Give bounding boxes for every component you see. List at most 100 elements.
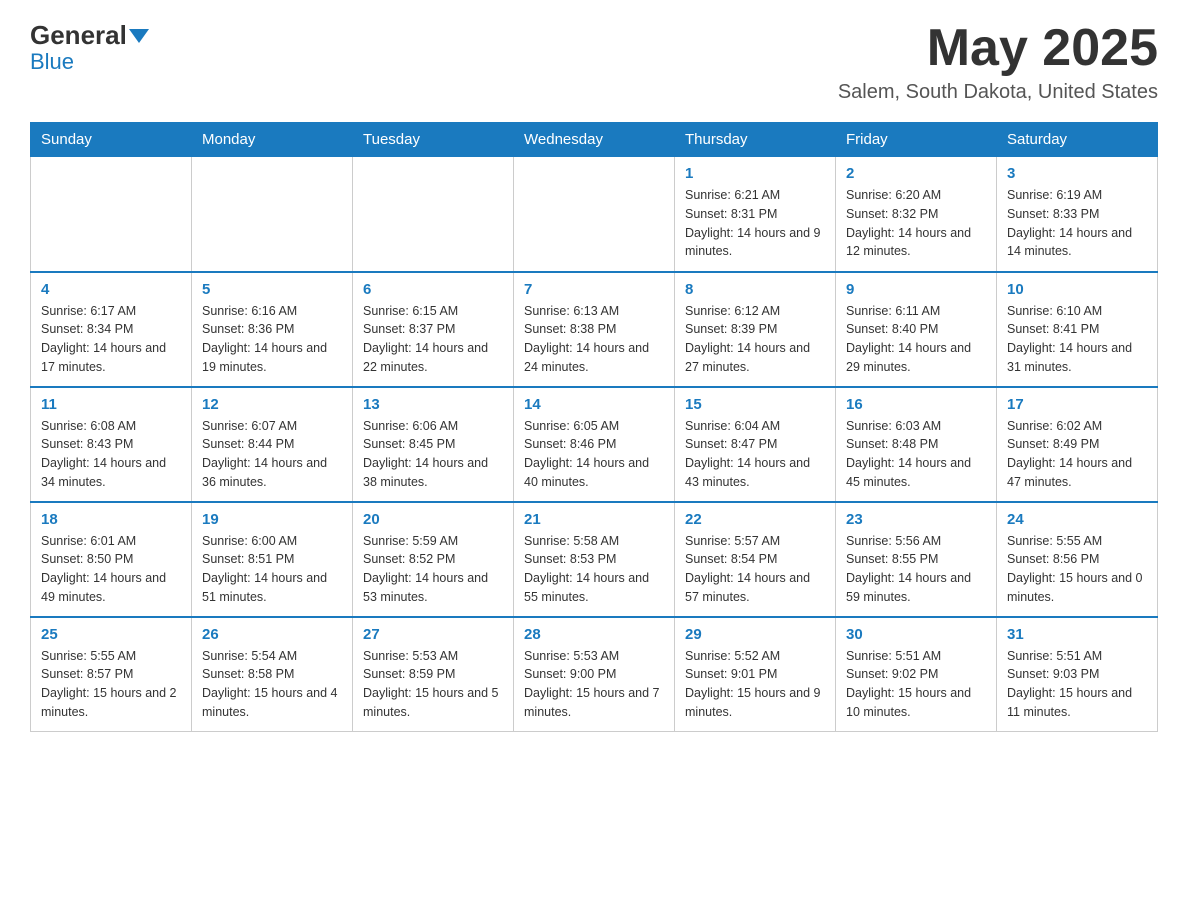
- day-number: 5: [202, 281, 342, 298]
- day-info: Sunrise: 5:59 AMSunset: 8:52 PMDaylight:…: [363, 532, 503, 607]
- day-info: Sunrise: 5:51 AMSunset: 9:02 PMDaylight:…: [846, 647, 986, 722]
- day-cell-17: 13Sunrise: 6:06 AMSunset: 8:45 PMDayligh…: [353, 387, 514, 502]
- day-cell-11: 7 Sunrise: 6:13 AMSunset: 8:38 PMDaylight…: [514, 272, 675, 387]
- day-number: 26: [202, 626, 342, 643]
- day-info: Sunrise: 6:13 AMSunset: 8:38 PMDaylight:…: [524, 302, 664, 377]
- day-number: 22: [685, 511, 825, 528]
- day-info: Sunrise: 5:58 AMSunset: 8:53 PMDaylight:…: [524, 532, 664, 607]
- month-title: May 2025: [838, 20, 1158, 77]
- page-header: General Blue May 2025 Salem, South Dakot…: [30, 20, 1158, 104]
- logo: General Blue: [30, 20, 151, 75]
- day-info: Sunrise: 6:03 AMSunset: 8:48 PMDaylight:…: [846, 417, 986, 492]
- day-number: 19: [202, 511, 342, 528]
- day-number: 13: [363, 396, 503, 413]
- day-number: 12: [202, 396, 342, 413]
- logo-general-text: General: [30, 20, 127, 51]
- day-number: 4: [41, 281, 181, 298]
- day-cell-3: [353, 157, 514, 272]
- week-row-3: 11 Sunrise: 6:08 AMSunset: 8:43 PMDayligh…: [31, 387, 1158, 502]
- day-cell-24: 20 Sunrise: 5:59 AMSunset: 8:52 PMDayligh…: [353, 502, 514, 617]
- day-number: 3: [1007, 165, 1147, 182]
- header-monday: Monday: [192, 123, 353, 157]
- day-info: Sunrise: 6:01 AMSunset: 8:50 PMDaylight:…: [41, 532, 181, 607]
- title-block: May 2025 Salem, South Dakota, United Sta…: [838, 20, 1158, 104]
- day-info: Sunrise: 6:12 AMSunset: 8:39 PMDaylight:…: [685, 302, 825, 377]
- day-info: Sunrise: 5:56 AMSunset: 8:55 PMDaylight:…: [846, 532, 986, 607]
- header-sunday: Sunday: [31, 123, 192, 157]
- day-info: Sunrise: 6:05 AMSunset: 8:46 PMDaylight:…: [524, 417, 664, 492]
- weekday-header-row: Sunday Monday Tuesday Wednesday Thursday…: [31, 123, 1158, 157]
- day-number: 16: [846, 396, 986, 413]
- day-number: 1: [685, 165, 825, 182]
- day-cell-10: 6 Sunrise: 6:15 AMSunset: 8:37 PMDaylight…: [353, 272, 514, 387]
- day-number: 25: [41, 626, 181, 643]
- day-info: Sunrise: 5:51 AMSunset: 9:03 PMDaylight:…: [1007, 647, 1147, 722]
- day-number: 18: [41, 511, 181, 528]
- day-number: 31: [1007, 626, 1147, 643]
- day-cell-18: 14 Sunrise: 6:05 AMSunset: 8:46 PMDayligh…: [514, 387, 675, 502]
- day-cell-20: 16 Sunrise: 6:03 AMSunset: 8:48 PMDayligh…: [836, 387, 997, 502]
- day-info: Sunrise: 5:53 AMSunset: 8:59 PMDaylight:…: [363, 647, 503, 722]
- day-info: Sunrise: 5:55 AMSunset: 8:57 PMDaylight:…: [41, 647, 181, 722]
- day-number: 15: [685, 396, 825, 413]
- day-info: Sunrise: 6:15 AMSunset: 8:37 PMDaylight:…: [363, 302, 503, 377]
- day-number: 10: [1007, 281, 1147, 298]
- day-cell-34: 30 Sunrise: 5:51 AMSunset: 9:02 PMDayligh…: [836, 617, 997, 732]
- day-number: 27: [363, 626, 503, 643]
- day-info: Sunrise: 5:57 AMSunset: 8:54 PMDaylight:…: [685, 532, 825, 607]
- day-number: 17: [1007, 396, 1147, 413]
- day-info: Sunrise: 6:07 AMSunset: 8:44 PMDaylight:…: [202, 417, 342, 492]
- day-number: 7: [524, 281, 664, 298]
- day-cell-30: 26 Sunrise: 5:54 AMSunset: 8:58 PMDayligh…: [192, 617, 353, 732]
- day-cell-6: 2Sunrise: 6:20 AMSunset: 8:32 PMDaylight…: [836, 157, 997, 272]
- day-info: Sunrise: 6:08 AMSunset: 8:43 PMDaylight:…: [41, 417, 181, 492]
- day-info: Sunrise: 6:11 AMSunset: 8:40 PMDaylight:…: [846, 302, 986, 377]
- day-cell-14: 10 Sunrise: 6:10 AMSunset: 8:41 PMDayligh…: [997, 272, 1158, 387]
- header-friday: Friday: [836, 123, 997, 157]
- day-number: 14: [524, 396, 664, 413]
- day-info: Sunrise: 6:21 AMSunset: 8:31 PMDaylight:…: [685, 186, 825, 261]
- day-info: Sunrise: 6:16 AMSunset: 8:36 PMDaylight:…: [202, 302, 342, 377]
- calendar-table: Sunday Monday Tuesday Wednesday Thursday…: [30, 122, 1158, 732]
- day-cell-16: 12 Sunrise: 6:07 AMSunset: 8:44 PMDayligh…: [192, 387, 353, 502]
- day-info: Sunrise: 6:10 AMSunset: 8:41 PMDaylight:…: [1007, 302, 1147, 377]
- day-cell-27: 23Sunrise: 5:56 AMSunset: 8:55 PMDayligh…: [836, 502, 997, 617]
- day-cell-33: 29Sunrise: 5:52 AMSunset: 9:01 PMDayligh…: [675, 617, 836, 732]
- day-cell-12: 8 Sunrise: 6:12 AMSunset: 8:39 PMDaylight…: [675, 272, 836, 387]
- day-cell-31: 27 Sunrise: 5:53 AMSunset: 8:59 PMDayligh…: [353, 617, 514, 732]
- day-cell-9: 5 Sunrise: 6:16 AMSunset: 8:36 PMDaylight…: [192, 272, 353, 387]
- day-number: 24: [1007, 511, 1147, 528]
- day-info: Sunrise: 6:00 AMSunset: 8:51 PMDaylight:…: [202, 532, 342, 607]
- day-number: 28: [524, 626, 664, 643]
- day-info: Sunrise: 6:19 AMSunset: 8:33 PMDaylight:…: [1007, 186, 1147, 261]
- logo-arrow-icon: [129, 29, 149, 43]
- day-number: 20: [363, 511, 503, 528]
- week-row-2: 4Sunrise: 6:17 AMSunset: 8:34 PMDaylight…: [31, 272, 1158, 387]
- day-number: 29: [685, 626, 825, 643]
- day-number: 8: [685, 281, 825, 298]
- header-saturday: Saturday: [997, 123, 1158, 157]
- day-number: 6: [363, 281, 503, 298]
- week-row-5: 25 Sunrise: 5:55 AMSunset: 8:57 PMDayligh…: [31, 617, 1158, 732]
- day-cell-29: 25 Sunrise: 5:55 AMSunset: 8:57 PMDayligh…: [31, 617, 192, 732]
- location: Salem, South Dakota, United States: [838, 81, 1158, 104]
- day-cell-5: 1 Sunrise: 6:21 AMSunset: 8:31 PMDaylight…: [675, 157, 836, 272]
- header-wednesday: Wednesday: [514, 123, 675, 157]
- day-info: Sunrise: 5:54 AMSunset: 8:58 PMDaylight:…: [202, 647, 342, 722]
- week-row-4: 18 Sunrise: 6:01 AMSunset: 8:50 PMDayligh…: [31, 502, 1158, 617]
- day-number: 11: [41, 396, 181, 413]
- day-cell-8: 4Sunrise: 6:17 AMSunset: 8:34 PMDaylight…: [31, 272, 192, 387]
- week-row-1: 1 Sunrise: 6:21 AMSunset: 8:31 PMDaylight…: [31, 157, 1158, 272]
- header-tuesday: Tuesday: [353, 123, 514, 157]
- day-number: 2: [846, 165, 986, 182]
- logo-blue-text: Blue: [30, 49, 74, 75]
- day-cell-32: 28 Sunrise: 5:53 AMSunset: 9:00 PMDayligh…: [514, 617, 675, 732]
- day-cell-25: 21Sunrise: 5:58 AMSunset: 8:53 PMDayligh…: [514, 502, 675, 617]
- day-number: 30: [846, 626, 986, 643]
- day-cell-26: 22 Sunrise: 5:57 AMSunset: 8:54 PMDayligh…: [675, 502, 836, 617]
- day-cell-7: 3 Sunrise: 6:19 AMSunset: 8:33 PMDaylight…: [997, 157, 1158, 272]
- day-cell-23: 19 Sunrise: 6:00 AMSunset: 8:51 PMDayligh…: [192, 502, 353, 617]
- day-cell-1: [31, 157, 192, 272]
- day-info: Sunrise: 5:53 AMSunset: 9:00 PMDaylight:…: [524, 647, 664, 722]
- day-cell-28: 24Sunrise: 5:55 AMSunset: 8:56 PMDayligh…: [997, 502, 1158, 617]
